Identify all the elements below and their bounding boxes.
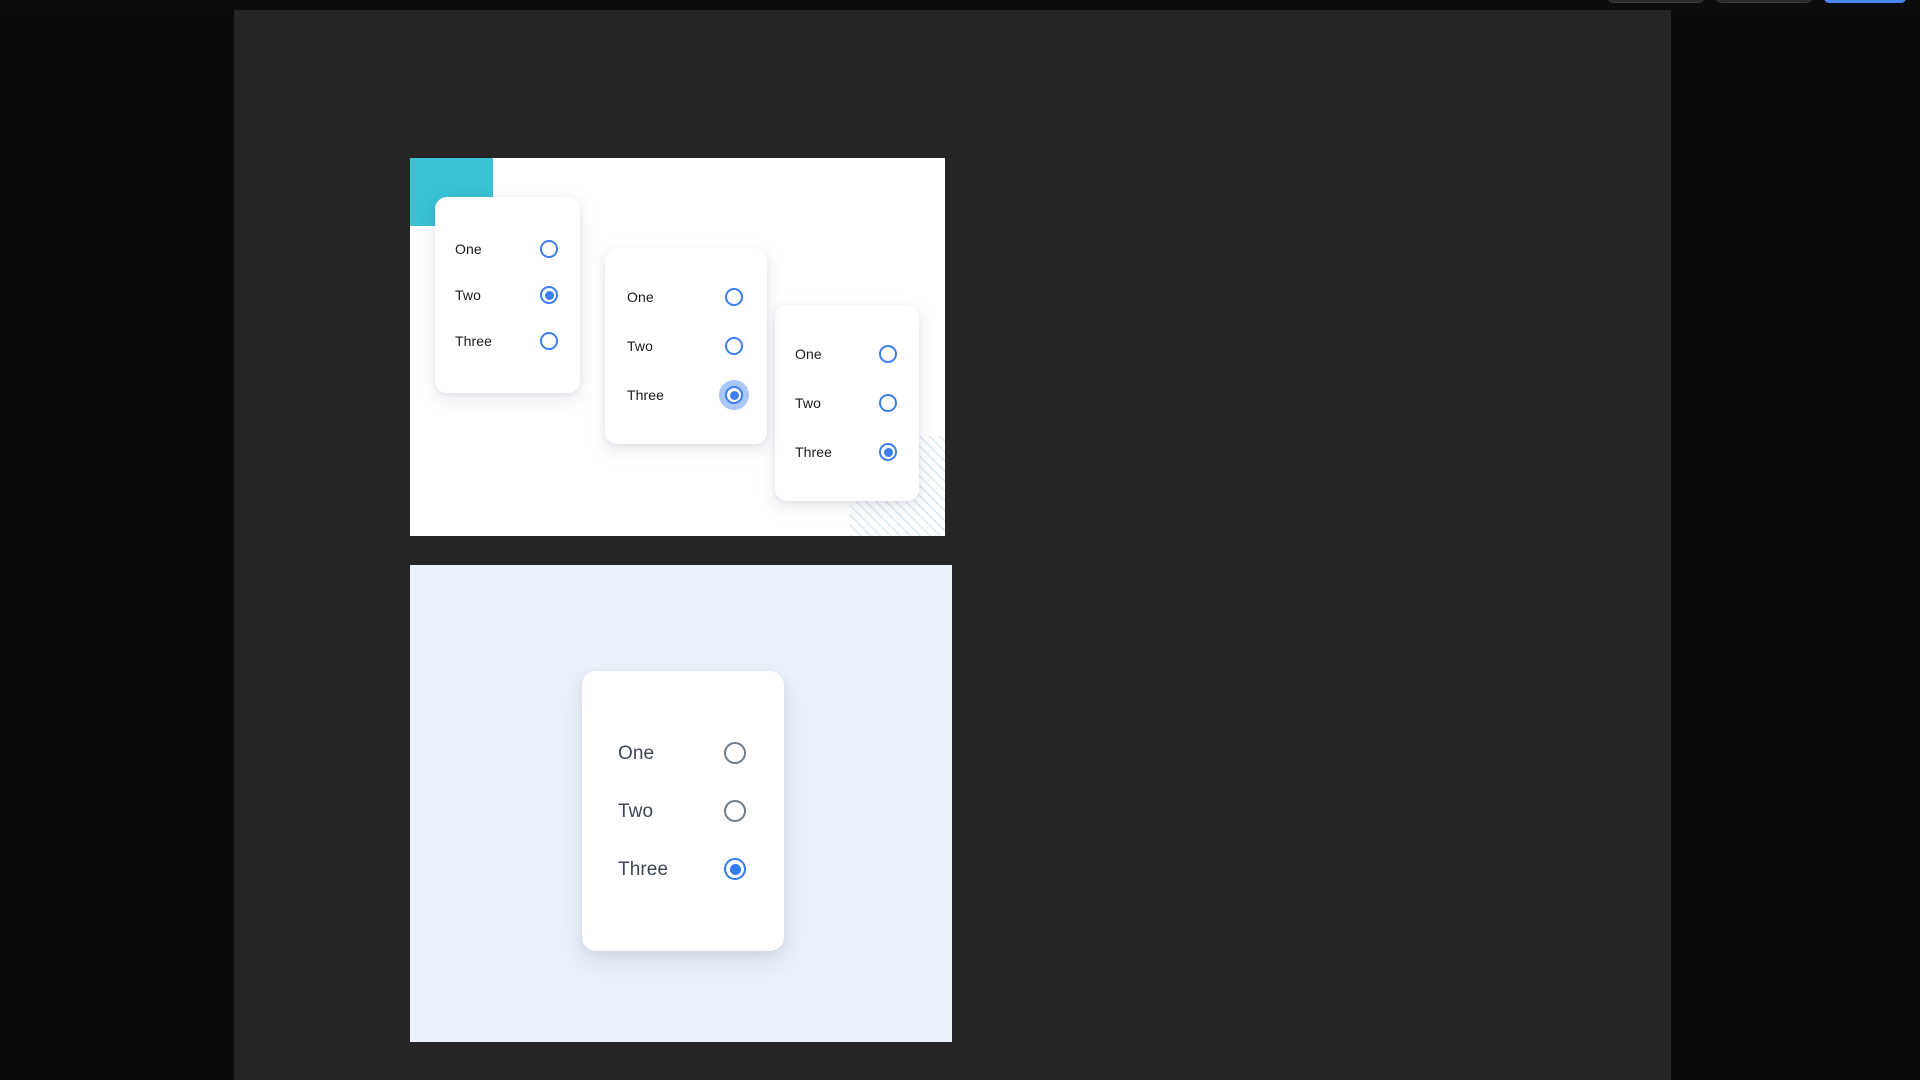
radio-option-three[interactable]: Three — [795, 441, 899, 463]
radio-button-icon[interactable] — [723, 335, 745, 357]
radio-label: One — [795, 346, 822, 362]
radio-label: Three — [618, 858, 669, 880]
radio-button-icon[interactable] — [722, 740, 748, 766]
radio-ring — [725, 288, 743, 306]
radio-button-icon[interactable] — [877, 441, 899, 463]
radio-button-icon[interactable] — [538, 330, 560, 352]
radio-label: One — [618, 742, 655, 764]
radio-label: Two — [627, 338, 653, 354]
app-window: File Edit Component Properties Preview I… — [0, 0, 1920, 1080]
radio-ring — [725, 386, 743, 404]
radio-card-two[interactable]: One Two Three — [605, 248, 767, 444]
radio-label: Two — [455, 287, 481, 303]
top-toolbar: File Edit Component Properties Preview I… — [0, 0, 1920, 10]
toolbar-action-group: Preview Inspect Share — [1608, 0, 1906, 3]
radio-label: Three — [455, 333, 493, 349]
radio-label: Two — [795, 395, 821, 411]
radio-option-two[interactable]: Two — [618, 798, 748, 824]
radio-ring — [725, 337, 743, 355]
radio-ring — [879, 394, 897, 412]
radio-option-one[interactable]: One — [795, 343, 899, 365]
radio-option-one[interactable]: One — [455, 238, 560, 260]
radio-ring — [540, 240, 558, 258]
radio-label: One — [627, 289, 654, 305]
radio-button-icon[interactable] — [538, 238, 560, 260]
radio-dot — [883, 447, 893, 457]
radio-ring — [724, 742, 746, 764]
radio-ring — [540, 332, 558, 350]
radio-button-icon[interactable] — [538, 284, 560, 306]
radio-card-three[interactable]: One Two Three — [775, 305, 919, 501]
radio-button-icon[interactable] — [723, 286, 745, 308]
radio-option-three[interactable]: Three — [627, 384, 745, 406]
radio-dot — [544, 290, 554, 300]
radio-button-icon[interactable] — [722, 798, 748, 824]
radio-dot — [729, 863, 741, 875]
radio-ring — [724, 858, 746, 880]
radio-option-one[interactable]: One — [627, 286, 745, 308]
radio-option-two[interactable]: Two — [627, 335, 745, 357]
radio-button-icon[interactable] — [877, 392, 899, 414]
share-button[interactable]: Share — [1824, 0, 1906, 3]
radio-label: Three — [795, 444, 833, 460]
preview-button[interactable]: Preview — [1608, 0, 1704, 3]
radio-ring — [724, 800, 746, 822]
radio-option-one[interactable]: One — [618, 740, 748, 766]
frame-pale[interactable]: One Two Three — [410, 565, 952, 1042]
radio-option-two[interactable]: Two — [455, 284, 560, 306]
radio-label: Two — [618, 800, 654, 822]
radio-ring — [540, 286, 558, 304]
radio-option-three[interactable]: Three — [455, 330, 560, 352]
radio-ring — [879, 443, 897, 461]
radio-button-icon[interactable] — [723, 384, 745, 406]
radio-option-three[interactable]: Three — [618, 856, 748, 882]
radio-card-large[interactable]: One Two Three — [582, 671, 784, 951]
radio-button-icon[interactable] — [877, 343, 899, 365]
radio-button-icon[interactable] — [722, 856, 748, 882]
frame-light[interactable]: One Two Three One Two Three One Two Thre… — [410, 158, 945, 536]
radio-card-one[interactable]: One Two Three — [435, 197, 580, 393]
radio-label: Three — [627, 387, 665, 403]
design-canvas[interactable]: One Two Three One Two Three One Two Thre… — [234, 10, 1671, 1080]
radio-ring — [879, 345, 897, 363]
inspect-button[interactable]: Inspect — [1716, 0, 1812, 3]
radio-option-two[interactable]: Two — [795, 392, 899, 414]
radio-dot — [729, 390, 739, 400]
radio-label: One — [455, 241, 482, 257]
